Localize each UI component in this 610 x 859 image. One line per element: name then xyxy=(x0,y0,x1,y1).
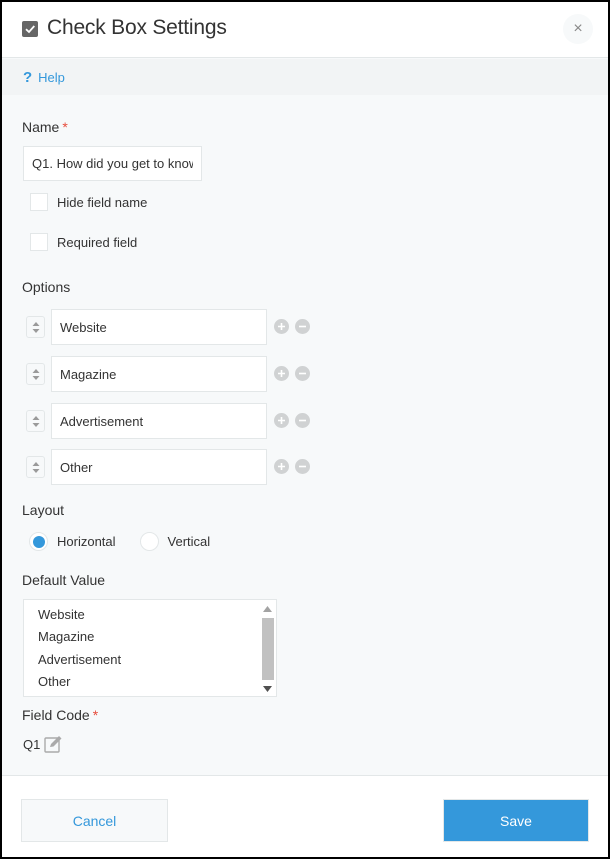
minus-icon xyxy=(299,465,306,468)
name-label: Name * xyxy=(22,119,68,135)
horizontal-radio[interactable] xyxy=(29,532,48,551)
hide-field-name-option[interactable]: Hide field name xyxy=(30,193,147,211)
listbox-item[interactable]: Magazine xyxy=(38,629,94,644)
scroll-down-arrow-icon[interactable] xyxy=(263,686,272,692)
reorder-handle[interactable] xyxy=(26,316,45,338)
listbox-item[interactable]: Advertisement xyxy=(38,652,121,667)
reorder-handle[interactable] xyxy=(26,363,45,385)
option-input[interactable] xyxy=(51,356,267,392)
edit-icon[interactable] xyxy=(44,735,64,753)
help-bar: ? Help xyxy=(2,59,608,95)
listbox-scrollbar[interactable] xyxy=(261,602,274,694)
cancel-button[interactable]: Cancel xyxy=(21,799,168,842)
hide-field-name-checkbox[interactable] xyxy=(30,193,48,211)
required-mark: * xyxy=(92,707,99,723)
horizontal-label: Horizontal xyxy=(57,534,116,549)
vertical-radio[interactable] xyxy=(139,532,159,551)
listbox-item[interactable]: Website xyxy=(38,607,85,622)
add-option-button[interactable] xyxy=(274,319,289,334)
sort-arrows-icon xyxy=(32,416,40,427)
name-label-text: Name xyxy=(22,119,60,135)
add-option-button[interactable] xyxy=(274,413,289,428)
field-code-label: Field Code * xyxy=(22,707,98,723)
dialog-footer: Cancel Save xyxy=(2,775,608,857)
required-field-checkbox[interactable] xyxy=(30,233,48,251)
option-input[interactable] xyxy=(51,309,267,345)
reorder-handle[interactable] xyxy=(26,410,45,432)
save-button[interactable]: Save xyxy=(443,799,589,842)
question-icon: ? xyxy=(23,69,33,86)
vertical-label: Vertical xyxy=(167,534,211,549)
plus-icon xyxy=(278,370,285,377)
sort-arrows-icon xyxy=(32,322,40,333)
required-field-label: Required field xyxy=(57,234,138,250)
required-field-option[interactable]: Required field xyxy=(30,233,137,251)
add-option-button[interactable] xyxy=(274,366,289,381)
minus-icon xyxy=(299,419,306,422)
default-value-listbox[interactable]: Website Magazine Advertisement Other xyxy=(23,599,277,697)
option-input[interactable] xyxy=(51,403,267,439)
required-mark: * xyxy=(62,119,68,135)
reorder-handle[interactable] xyxy=(26,456,45,478)
remove-option-button[interactable] xyxy=(295,413,310,428)
scroll-up-arrow-icon[interactable] xyxy=(263,606,272,612)
default-value-label: Default Value xyxy=(22,572,106,588)
help-link[interactable]: ? Help xyxy=(23,69,65,86)
listbox-item[interactable]: Other xyxy=(38,674,71,689)
add-option-button[interactable] xyxy=(274,459,289,474)
layout-radio-group: Horizontal Vertical xyxy=(29,532,234,551)
sort-arrows-icon xyxy=(32,369,40,380)
plus-icon xyxy=(278,417,285,424)
field-code-label-text: Field Code xyxy=(22,707,90,723)
dialog-title: Check Box Settings xyxy=(47,16,227,39)
options-label: Options xyxy=(22,279,71,295)
close-button[interactable]: × xyxy=(563,14,593,44)
checkbox-icon xyxy=(22,21,38,37)
field-code-value: Q1 xyxy=(23,736,41,752)
option-input[interactable] xyxy=(51,449,267,485)
close-icon: × xyxy=(573,20,583,37)
remove-option-button[interactable] xyxy=(295,459,310,474)
dialog-header: Check Box Settings × xyxy=(2,2,608,58)
help-label: Help xyxy=(38,70,65,85)
plus-icon xyxy=(278,463,285,470)
scrollbar-thumb[interactable] xyxy=(262,618,274,680)
remove-option-button[interactable] xyxy=(295,319,310,334)
remove-option-button[interactable] xyxy=(295,366,310,381)
hide-field-name-label: Hide field name xyxy=(57,194,148,210)
layout-label: Layout xyxy=(22,502,65,518)
name-input[interactable] xyxy=(23,146,202,181)
sort-arrows-icon xyxy=(32,462,40,473)
minus-icon xyxy=(299,372,306,375)
check-box-settings-dialog: Check Box Settings × ? Help Name* Hide f… xyxy=(0,0,610,859)
field-code-row: Q1 xyxy=(23,735,64,753)
plus-icon xyxy=(278,323,285,330)
minus-icon xyxy=(299,325,306,328)
